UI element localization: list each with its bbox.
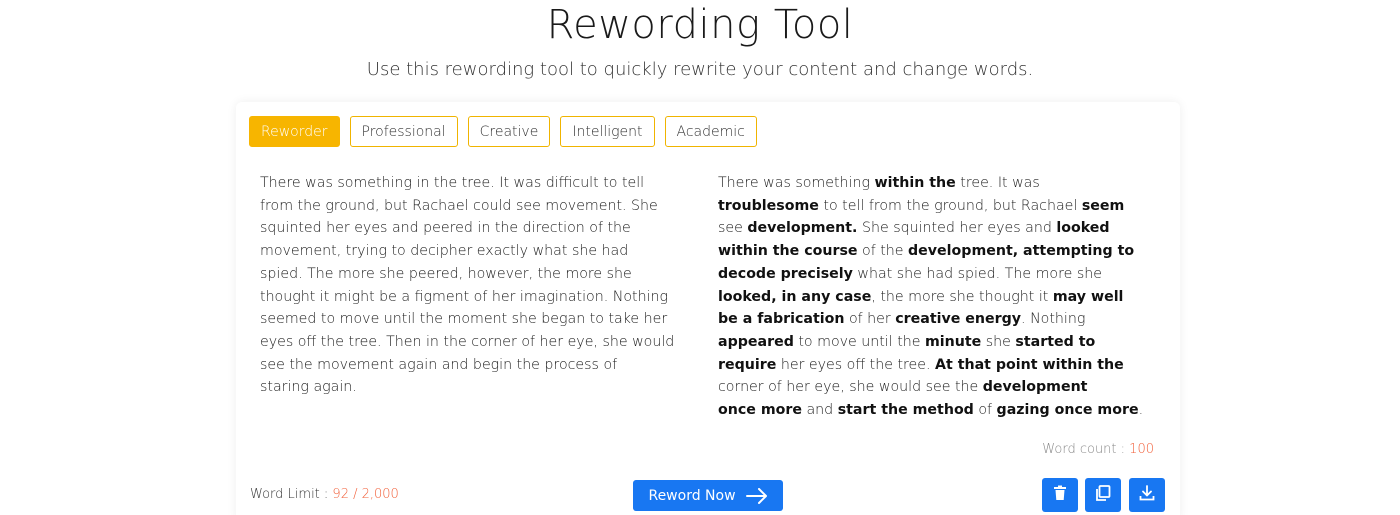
output-text: tree. It was (955, 175, 1040, 191)
changed-word: decode precisely (718, 265, 853, 282)
output-text: what she had spied. The more she (852, 265, 1102, 282)
tab-academic[interactable]: Academic (664, 116, 757, 147)
output-text: of the (857, 243, 909, 260)
output-text: of her (844, 311, 896, 328)
changed-word: once more (718, 402, 802, 419)
input-line: eyes off the tree. Then in the corner of… (260, 333, 675, 350)
page-title: Rewording Tool (546, 2, 854, 48)
output-line: decode precisely what she had spied. The… (718, 263, 1158, 286)
output-line: once more and start the method of gazing… (718, 399, 1158, 422)
output-text: to tell from the ground, but Rachael (818, 197, 1082, 214)
input-line: There was something in the tree. It was … (260, 175, 645, 191)
input-line: staring again. (260, 379, 357, 396)
input-line: squinted her eyes and peered in the dire… (260, 220, 631, 237)
output-text: and (801, 402, 838, 419)
rewording-card: Reworder Professional Creative Intellige… (236, 102, 1180, 515)
output-text: her eyes off the tree. (776, 356, 936, 373)
output-line: troublesome to tell from the ground, but… (718, 195, 1158, 218)
arrow-right-icon (745, 487, 768, 504)
changed-word: may well (1052, 288, 1124, 305)
reword-now-label: Reword Now (648, 487, 736, 504)
input-line: seemed to move until the moment she bega… (260, 311, 668, 328)
word-limit-value: 92 / 2,000 (332, 487, 399, 502)
output-line: corner of her eye, she would see the dev… (718, 376, 1158, 399)
word-limit-label: Word Limit : (250, 487, 333, 502)
output-text: . Nothing (1021, 311, 1086, 328)
changed-word: be a fabrication (718, 311, 845, 328)
changed-word: creative energy (895, 311, 1022, 328)
output-line: There was something within the tree. It … (718, 172, 1158, 195)
trash-icon (1053, 485, 1067, 505)
output-text: she (981, 333, 1016, 350)
input-line: movement, trying to decipher exactly wha… (260, 243, 629, 260)
changed-word: looked, in any case (718, 288, 872, 305)
copy-button[interactable] (1085, 478, 1121, 512)
output-text: of (973, 402, 997, 419)
output-text: corner of her eye, she would see the (718, 379, 983, 396)
input-line: see the movement again and begin the pro… (260, 356, 618, 373)
word-count: Word count : 100 (1042, 442, 1154, 457)
tab-intelligent[interactable]: Intelligent (560, 116, 655, 147)
changed-word: development. (747, 220, 858, 237)
output-line: looked, in any case, the more she though… (718, 286, 1158, 309)
word-limit: Word Limit : 92 / 2,000 (250, 487, 399, 502)
mode-tabs: Reworder Professional Creative Intellige… (249, 116, 757, 147)
changed-word: gazing once more (996, 402, 1139, 419)
output-line: appeared to move until the minute she st… (718, 331, 1158, 354)
output-text: see (718, 220, 748, 237)
tab-creative[interactable]: Creative (467, 116, 551, 147)
changed-word: start the method (837, 402, 974, 419)
output-text: There was something (718, 175, 875, 191)
changed-word: require (718, 356, 777, 373)
output-text: , the more she thought it (871, 288, 1053, 305)
input-line: thought it might be a figment of her ima… (260, 288, 669, 305)
output-line: be a fabrication of her creative energy.… (718, 308, 1158, 331)
output-line: require her eyes off the tree. At that p… (718, 354, 1158, 377)
copy-icon (1095, 485, 1111, 505)
output-text: She squinted her eyes and (857, 220, 1057, 237)
changed-word: At that point within the (935, 356, 1124, 373)
tab-professional[interactable]: Professional (349, 116, 458, 147)
changed-word: development (982, 379, 1088, 396)
reword-now-button[interactable]: Reword Now (633, 480, 783, 511)
changed-word: seem (1081, 197, 1125, 214)
input-line: from the ground, but Rachael could see m… (260, 197, 658, 214)
output-text: to move until the (793, 333, 925, 350)
delete-button[interactable] (1042, 478, 1078, 512)
word-count-label: Word count : (1042, 442, 1130, 457)
changed-word: development, attempting to (908, 243, 1135, 260)
changed-word: looked (1056, 220, 1110, 237)
changed-word: troublesome (718, 197, 819, 214)
output-text: . (1138, 402, 1144, 419)
changed-word: started to (1015, 333, 1096, 350)
output-line: within the course of the development, at… (718, 240, 1158, 263)
output-line: see development. She squinted her eyes a… (718, 217, 1158, 240)
changed-word: appeared (718, 333, 794, 350)
word-count-value: 100 (1129, 442, 1154, 457)
changed-word: within the (874, 175, 956, 191)
changed-word: minute (925, 333, 982, 350)
download-button[interactable] (1129, 478, 1165, 512)
changed-word: within the course (718, 243, 858, 260)
input-text-area[interactable]: There was something in the tree. It was … (260, 172, 700, 399)
page-subtitle: Use this rewording tool to quickly rewri… (366, 59, 1034, 80)
tab-reworder[interactable]: Reworder (249, 116, 340, 147)
output-text-area: There was something within the tree. It … (718, 172, 1158, 422)
download-icon (1139, 485, 1155, 505)
input-line: spied. The more she peered, however, the… (260, 265, 632, 282)
